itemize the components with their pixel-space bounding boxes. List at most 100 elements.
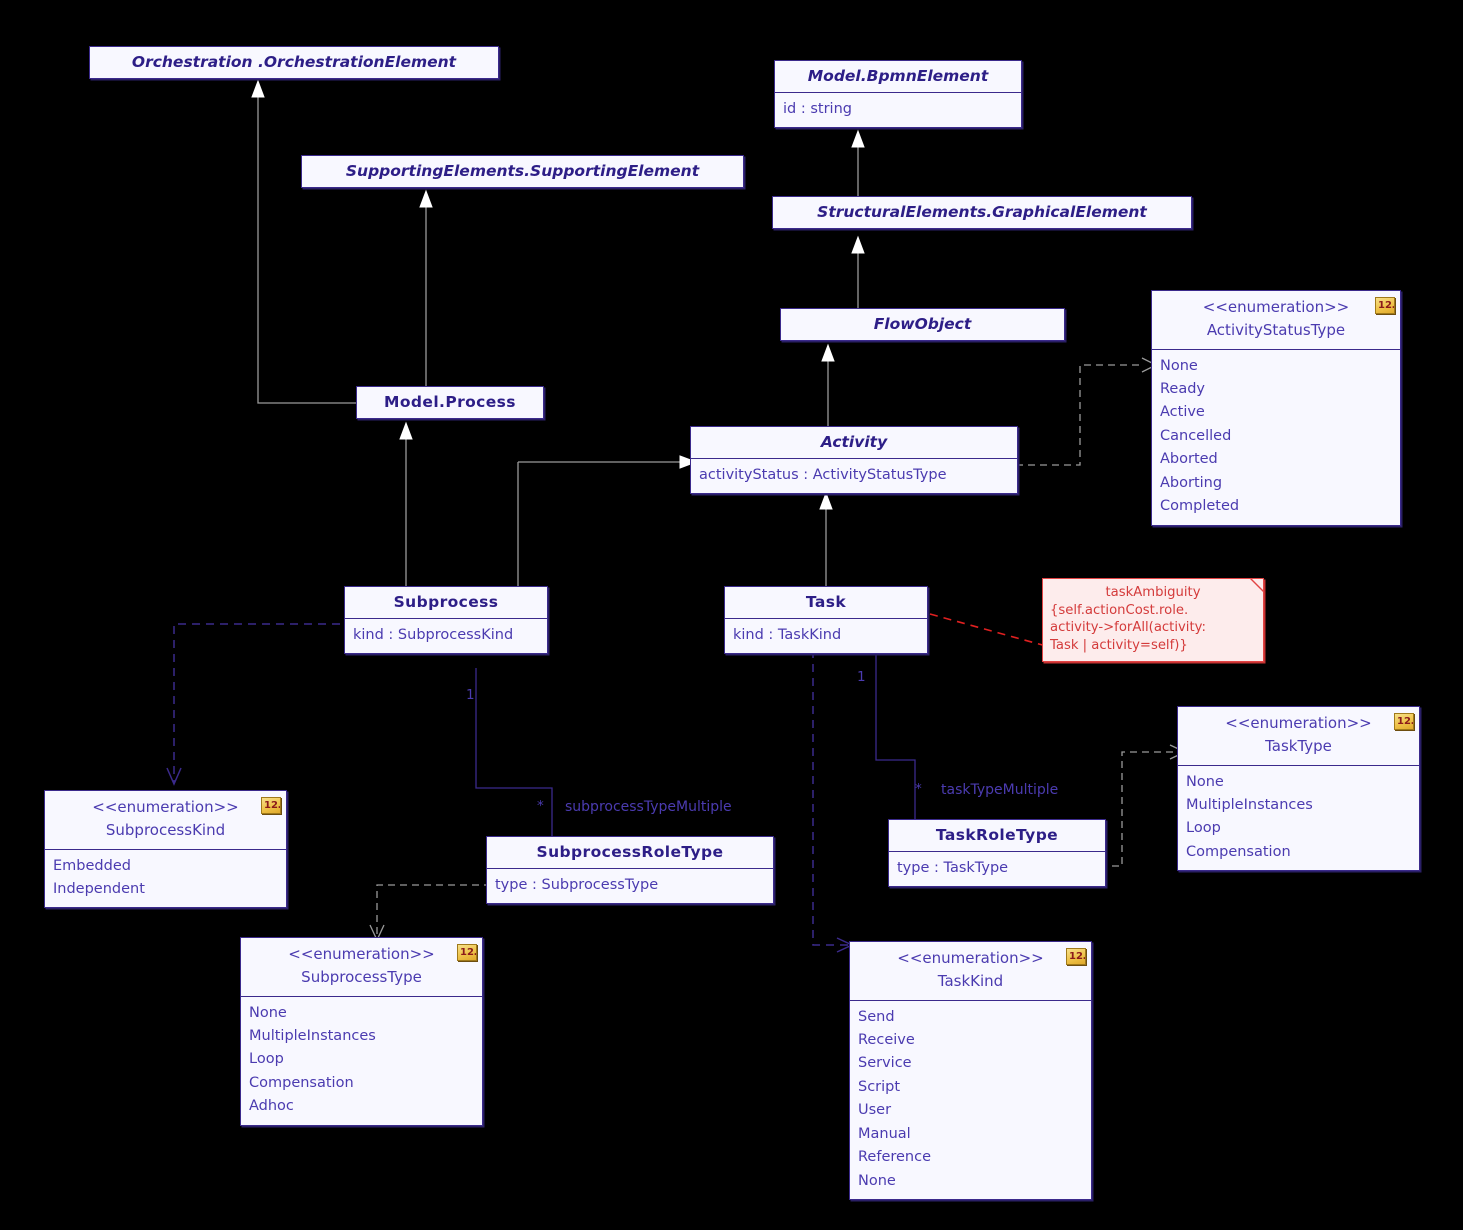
literal-row: MultipleInstances xyxy=(249,1027,376,1044)
class-task[interactable]: Task kind : TaskKind xyxy=(724,586,928,655)
attribute-row: kind : TaskKind xyxy=(733,627,842,643)
enumeration-stereotype: <<enumeration>> xyxy=(288,945,435,963)
literal-row: None xyxy=(1160,357,1198,374)
enumeration-literals: Send Receive Service Script User Manual … xyxy=(850,999,1091,1200)
class-attributes: type : SubprocessType xyxy=(487,868,773,903)
class-attributes: id : string xyxy=(775,92,1021,127)
enumeration-literals: None MultipleInstances Loop Compensation… xyxy=(241,995,482,1125)
class-flowobject[interactable]: FlowObject xyxy=(780,308,1065,341)
class-title: Task xyxy=(805,593,847,611)
literal-row: Embedded xyxy=(53,857,131,874)
literal-row: Active xyxy=(1160,404,1205,421)
class-attributes: kind : SubprocessKind xyxy=(345,618,547,653)
note-line: Task | activity=self)} xyxy=(1050,638,1188,654)
attribute-row: kind : SubprocessKind xyxy=(353,627,514,643)
enumeration-badge-icon: 12… xyxy=(1394,713,1414,730)
literal-row: Loop xyxy=(1186,820,1221,837)
literal-row: Independent xyxy=(53,880,145,897)
class-supportingelements-supportingelement[interactable]: SupportingElements.SupportingElement xyxy=(301,155,744,188)
generalization-process-to-supportingelement xyxy=(418,188,448,393)
literal-row: Manual xyxy=(858,1125,911,1142)
literal-row: Adhoc xyxy=(249,1098,294,1115)
dependency-activity-to-activitystatustype xyxy=(1016,355,1166,470)
generalization-process-to-orchestrationelement xyxy=(250,78,370,408)
enumeration-literals: None Ready Active Cancelled Aborted Abor… xyxy=(1152,348,1400,525)
class-title: FlowObject xyxy=(873,315,972,333)
multiplicity-task-one: 1 xyxy=(857,669,866,685)
constraint-note-taskambiguity[interactable]: taskAmbiguity {self.actionCost.role. act… xyxy=(1042,578,1264,662)
multiplicity-subprocessroletype-many: * xyxy=(537,798,544,814)
enumeration-activitystatustype[interactable]: <<enumeration>> ActivityStatusType 12… N… xyxy=(1151,290,1401,526)
literal-row: Aborted xyxy=(1160,451,1218,468)
class-model-process[interactable]: Model.Process xyxy=(356,386,544,419)
generalization-graphicalelement-to-bpmnelement xyxy=(850,128,880,203)
enumeration-tasktype[interactable]: <<enumeration>> TaskType 12… None Multip… xyxy=(1177,706,1420,872)
literal-row: Reference xyxy=(858,1149,932,1166)
literal-row: Script xyxy=(858,1078,901,1095)
enumeration-header: <<enumeration>> TaskType 12… xyxy=(1178,707,1419,765)
class-title: Activity xyxy=(820,433,888,451)
literal-row: None xyxy=(249,1004,287,1021)
enumeration-subprocesstype[interactable]: <<enumeration>> SubprocessType 12… None … xyxy=(240,937,483,1126)
literal-row: Loop xyxy=(249,1051,284,1068)
enumeration-subprocesskind[interactable]: <<enumeration>> SubprocessKind 12… Embed… xyxy=(44,790,287,909)
association-task-taskroletype xyxy=(870,650,980,825)
enumeration-stereotype: <<enumeration>> xyxy=(92,798,239,816)
enumeration-name: SubprocessType xyxy=(301,968,422,987)
class-title: Model.BpmnElement xyxy=(807,67,989,85)
literal-row: MultipleInstances xyxy=(1186,796,1313,813)
role-label-subprocesstypemultiple: subprocessTypeMultiple xyxy=(565,799,732,815)
dependency-subprocess-to-subprocesskind xyxy=(166,616,356,796)
association-subprocess-subprocessroletype xyxy=(470,668,580,843)
enumeration-literals: Embedded Independent xyxy=(45,848,286,908)
literal-row: Aborting xyxy=(1160,474,1223,491)
multiplicity-taskroletype-many: * xyxy=(915,781,922,797)
generalization-activity-to-flowobject xyxy=(820,342,850,432)
class-subprocess[interactable]: Subprocess kind : SubprocessKind xyxy=(344,586,548,655)
role-label-tasktypemultiple: taskTypeMultiple xyxy=(941,782,1059,798)
enumeration-badge-icon: 12… xyxy=(1375,297,1395,314)
enumeration-name: TaskType xyxy=(1265,737,1332,756)
enumeration-header: <<enumeration>> ActivityStatusType 12… xyxy=(1152,291,1400,349)
class-title: SubprocessRoleType xyxy=(536,843,724,861)
class-structuralelements-graphicalelement[interactable]: StructuralElements.GraphicalElement xyxy=(772,196,1192,229)
enumeration-taskkind[interactable]: <<enumeration>> TaskKind 12… Send Receiv… xyxy=(849,941,1092,1201)
literal-row: Send xyxy=(858,1008,895,1025)
class-title: Subprocess xyxy=(393,593,499,611)
literal-row: Receive xyxy=(858,1031,915,1048)
attribute-row: id : string xyxy=(783,101,852,117)
enumeration-stereotype: <<enumeration>> xyxy=(897,949,1044,967)
class-title: TaskRoleType xyxy=(935,826,1059,844)
attribute-row: type : SubprocessType xyxy=(495,877,659,893)
dependency-task-to-taskkind xyxy=(805,650,865,955)
generalization-task-to-activity xyxy=(818,490,848,592)
class-attributes: kind : TaskKind xyxy=(725,618,927,653)
class-attributes: activityStatus : ActivityStatusType xyxy=(691,458,1017,493)
enumeration-stereotype: <<enumeration>> xyxy=(1202,298,1350,316)
literal-row: Service xyxy=(858,1055,912,1072)
class-title: Orchestration .OrchestrationElement xyxy=(131,53,457,71)
enumeration-literals: None MultipleInstances Loop Compensation xyxy=(1178,764,1419,871)
enumeration-header: <<enumeration>> SubprocessType 12… xyxy=(241,938,482,996)
class-subprocessroletype[interactable]: SubprocessRoleType type : SubprocessType xyxy=(486,836,774,905)
enumeration-name: ActivityStatusType xyxy=(1206,321,1346,340)
enumeration-header: <<enumeration>> SubprocessKind 12… xyxy=(45,791,286,849)
literal-row: Ready xyxy=(1160,380,1206,397)
class-taskroletype[interactable]: TaskRoleType type : TaskType xyxy=(888,819,1106,888)
note-title: taskAmbiguity xyxy=(1105,585,1201,600)
constraint-link-task-to-taskambiguity xyxy=(929,600,1050,660)
class-title: StructuralElements.GraphicalElement xyxy=(817,203,1147,221)
literal-row: Completed xyxy=(1160,498,1240,515)
enumeration-badge-icon: 12… xyxy=(1066,948,1086,965)
class-activity[interactable]: Activity activityStatus : ActivityStatus… xyxy=(690,426,1018,495)
literal-row: Compensation xyxy=(249,1074,354,1091)
enumeration-badge-icon: 12… xyxy=(457,944,477,961)
literal-row: User xyxy=(858,1102,892,1119)
enumeration-name: TaskKind xyxy=(937,972,1004,991)
enumeration-header: <<enumeration>> TaskKind 12… xyxy=(850,942,1091,1000)
class-model-bpmnelement[interactable]: Model.BpmnElement id : string xyxy=(774,60,1022,129)
attribute-row: type : TaskType xyxy=(897,860,1009,876)
literal-row: Compensation xyxy=(1186,843,1291,860)
enumeration-name: SubprocessKind xyxy=(105,821,226,840)
class-orchestration-orchestrationelement[interactable]: Orchestration .OrchestrationElement xyxy=(89,46,499,79)
